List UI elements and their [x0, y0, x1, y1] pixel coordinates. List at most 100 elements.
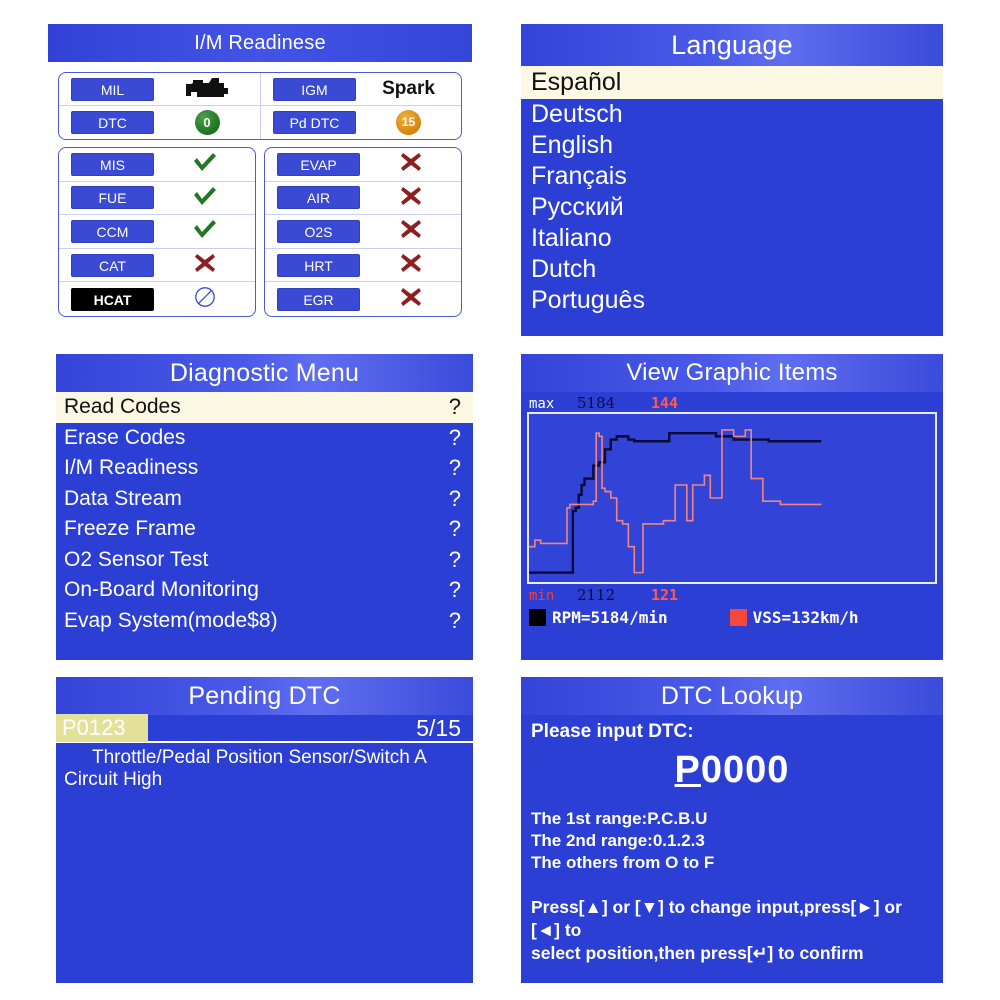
help-marker-icon: ?	[448, 485, 461, 511]
im-monitors-left: MIS FUE CCM CAT HCAT	[58, 147, 256, 317]
help-marker-icon: ?	[448, 607, 461, 633]
im-monitor-label-ccm: CCM	[71, 219, 154, 243]
cross-fail-icon	[400, 253, 422, 273]
graph-max-label: max	[529, 396, 555, 412]
dtc-description: Throttle/Pedal Position Sensor/Switch A …	[64, 747, 426, 790]
menu-item-label: O2 Sensor Test	[64, 547, 209, 571]
dtc-input-field[interactable]: P0000	[521, 743, 943, 794]
help-marker-icon: ?	[448, 516, 461, 542]
cross-fail-icon	[400, 186, 422, 206]
dtc-code[interactable]: P0123	[56, 714, 148, 742]
view-graphic-items-panel: View Graphic Items max 5184 144 min 2112…	[521, 354, 943, 660]
legend-swatch-rpm	[529, 609, 546, 626]
menu-item-label: Erase Codes	[64, 425, 186, 449]
help-marker-icon: ?	[448, 577, 461, 603]
language-title: Language	[521, 24, 943, 66]
im-monitor-status-mis	[154, 152, 255, 176]
language-item-english[interactable]: English	[521, 130, 943, 161]
menu-item-label: I/M Readiness	[64, 456, 199, 480]
im-readiness-body: MIL IGM Spark DTC 0 Pd DTC 15 MIS FUE CC…	[48, 62, 472, 325]
im-value-igm: Spark	[382, 78, 435, 99]
menu-item-o2-sensor-test[interactable]: O2 Sensor Test?	[56, 545, 473, 576]
im-cell-igm: IGM Spark	[260, 73, 461, 105]
legend-label-vss: VSS=132km/h	[752, 608, 859, 627]
table-row: AIR	[265, 182, 461, 216]
menu-item-i-m-readiness[interactable]: I/M Readiness?	[56, 453, 473, 484]
cross-fail-icon	[400, 219, 422, 239]
im-monitor-label-mis: MIS	[71, 152, 154, 176]
table-row: HCAT	[59, 282, 255, 316]
im-readiness-panel: I/M Readinese MIL IGM Spark DTC 0 Pd DTC…	[48, 24, 472, 336]
im-monitor-status-o2s	[360, 219, 461, 243]
pending-dtc-bar: P0123 5/15	[56, 714, 473, 743]
menu-item-evap-system-mode-8-[interactable]: Evap System(mode$8)?	[56, 606, 473, 637]
im-monitor-status-hcat	[154, 286, 255, 312]
diagnostic-menu-list: Erase Codes? I/M Readiness? Data Stream? Fr…	[56, 423, 473, 637]
language-item-deutsch[interactable]: Deutsch	[521, 99, 943, 130]
diagnostic-menu-panel: Diagnostic Menu Read Codes ? Erase Codes…	[56, 354, 473, 660]
hint-line-2: select position,then press[↵] to confirm	[531, 943, 864, 963]
check-pass-icon	[192, 186, 218, 206]
range-line-3: The others from O to F	[531, 853, 715, 872]
im-value-pd-dtc: 15	[356, 110, 461, 135]
menu-item-label: Read Codes	[64, 395, 181, 419]
im-monitor-label-egr: EGR	[277, 287, 360, 311]
im-monitor-status-evap	[360, 152, 461, 176]
language-item-dutch[interactable]: Dutch	[521, 254, 943, 285]
graph-min-rpm: 2112	[577, 586, 616, 604]
cross-fail-icon	[400, 152, 422, 172]
menu-item-read-codes[interactable]: Read Codes ?	[56, 392, 473, 423]
language-item--[interactable]: Русский	[521, 192, 943, 223]
menu-item-label: Freeze Frame	[64, 517, 196, 541]
legend-swatch-vss	[729, 609, 747, 626]
cross-fail-icon	[400, 287, 422, 307]
not-available-icon	[194, 286, 216, 308]
im-monitors-right: EVAP AIR O2S HRT EGR	[264, 147, 462, 317]
help-marker-icon: ?	[448, 394, 461, 420]
im-label-mil: MIL	[71, 77, 154, 101]
graph-min-vss: 121	[651, 586, 679, 604]
pending-dtc-panel: Pending DTC P0123 5/15 Throttle/Pedal Po…	[56, 677, 473, 983]
im-monitor-label-air: AIR	[277, 186, 360, 210]
graph-max-rpm: 5184	[577, 394, 616, 412]
im-monitor-label-hrt: HRT	[277, 253, 360, 277]
menu-item-label: On-Board Monitoring	[64, 578, 259, 602]
graph-max-vss: 144	[651, 394, 679, 412]
table-row: EVAP	[265, 148, 461, 182]
language-item-italiano[interactable]: Italiano	[521, 223, 943, 254]
im-monitor-label-o2s: O2S	[277, 219, 360, 243]
im-monitor-columns: MIS FUE CCM CAT HCAT EVAP AIR O2S HRT EGR	[58, 147, 462, 317]
language-item-portugu-s[interactable]: Português	[521, 285, 943, 316]
im-summary-box: MIL IGM Spark DTC 0 Pd DTC 15	[58, 72, 462, 140]
im-monitor-status-fue	[154, 186, 255, 210]
menu-item-data-stream[interactable]: Data Stream?	[56, 484, 473, 515]
table-row: CAT	[59, 249, 255, 283]
language-item-selected[interactable]: Español	[521, 66, 943, 99]
help-marker-icon: ?	[448, 455, 461, 481]
range-line-2: The 2nd range:0.1.2.3	[531, 831, 705, 850]
table-row: HRT	[265, 249, 461, 283]
cross-fail-icon	[194, 253, 216, 273]
view-graphic-items-title: View Graphic Items	[521, 354, 943, 392]
help-marker-icon: ?	[448, 424, 461, 450]
im-monitor-label-fue: FUE	[71, 186, 154, 210]
dtc-lookup-hint: Press[▲] or [▼] to change input,press[►]…	[521, 874, 943, 965]
language-item-fran-ais[interactable]: Français	[521, 161, 943, 192]
menu-item-freeze-frame[interactable]: Freeze Frame?	[56, 514, 473, 545]
engine-icon	[154, 74, 260, 104]
menu-item-erase-codes[interactable]: Erase Codes?	[56, 423, 473, 454]
dtc-lookup-ranges: The 1st range:P.C.B.U The 2nd range:0.1.…	[521, 794, 943, 874]
im-cell-dtc: DTC 0	[59, 106, 260, 139]
table-row: DTC 0 Pd DTC 15	[59, 106, 461, 139]
graph-plot-area	[527, 412, 937, 584]
im-monitor-status-cat	[154, 253, 255, 277]
check-pass-icon	[192, 152, 218, 172]
diagnostic-menu-title: Diagnostic Menu	[56, 354, 473, 392]
legend-entry-vss: VSS=132km/h	[729, 608, 859, 627]
graph-legend: RPM=5184/min VSS=132km/h	[521, 604, 943, 627]
im-monitor-status-air	[360, 186, 461, 210]
im-monitor-label-cat: CAT	[71, 253, 154, 277]
dtc-counter: 5/15	[416, 714, 461, 741]
menu-item-on-board-monitoring[interactable]: On-Board Monitoring?	[56, 575, 473, 606]
screenshot-page: I/M Readinese MIL IGM Spark DTC 0 Pd DTC…	[0, 0, 1000, 1000]
